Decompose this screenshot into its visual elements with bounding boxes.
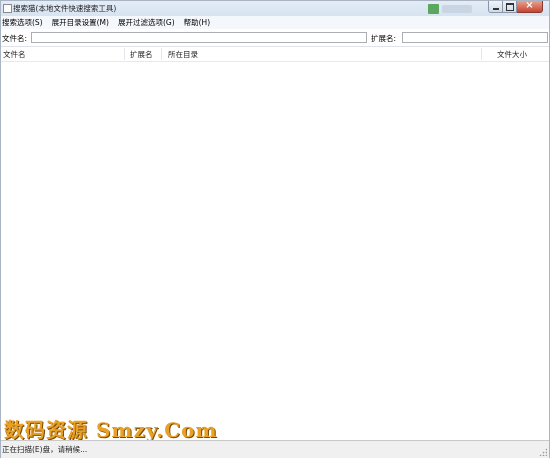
minimize-button[interactable] <box>488 1 503 13</box>
menu-directory-settings[interactable]: 展开目录设置(M) <box>52 17 109 29</box>
results-list[interactable]: 文件名 扩展名 所在目录 文件大小 <box>1 46 549 441</box>
watermark-logo: 数码资源 Smzy.Com <box>4 418 218 442</box>
minimize-icon <box>493 8 499 10</box>
column-header-filename[interactable]: 文件名 <box>3 49 26 60</box>
menu-search-options[interactable]: 搜索选项(S) <box>2 17 43 29</box>
column-divider[interactable] <box>161 48 162 60</box>
menu-filter-options[interactable]: 展开过滤选项(G) <box>118 17 175 29</box>
app-window: 搜索猫(本地文件快速搜索工具) × 搜索选项(S) 展开目录设置(M) 展开过滤… <box>0 0 550 458</box>
column-header-directory[interactable]: 所在目录 <box>168 49 198 60</box>
column-divider[interactable] <box>481 48 482 60</box>
app-icon <box>3 4 12 13</box>
resize-grip-icon[interactable] <box>539 448 547 456</box>
menu-help[interactable]: 帮助(H) <box>184 17 211 29</box>
column-header-size[interactable]: 文件大小 <box>497 49 527 60</box>
tray-app-icon <box>428 4 439 14</box>
close-button[interactable]: × <box>517 0 543 13</box>
status-bar: 正在扫描(E)盘，请稍候... <box>1 440 549 458</box>
maximize-button[interactable] <box>503 1 517 13</box>
filename-input[interactable] <box>31 32 367 43</box>
extension-label: 扩展名: <box>371 34 397 43</box>
list-header: 文件名 扩展名 所在目录 文件大小 <box>1 47 549 62</box>
filename-label: 文件名: <box>2 34 28 43</box>
menu-bar: 搜索选项(S) 展开目录设置(M) 展开过滤选项(G) 帮助(H) <box>1 16 549 29</box>
status-text: 正在扫描(E)盘，请稍候... <box>2 445 88 454</box>
window-title: 搜索猫(本地文件快速搜索工具) <box>13 4 117 13</box>
caption-buttons: × <box>488 0 543 15</box>
tray-blur-region <box>442 5 472 13</box>
search-row: 文件名: 扩展名: <box>1 30 549 45</box>
title-bar[interactable]: 搜索猫(本地文件快速搜索工具) × <box>1 0 549 16</box>
column-header-extension[interactable]: 扩展名 <box>130 49 153 60</box>
extension-input[interactable] <box>402 32 548 43</box>
column-divider[interactable] <box>124 48 125 60</box>
list-body[interactable] <box>1 62 549 441</box>
close-icon: × <box>525 0 534 11</box>
maximize-icon <box>506 3 514 11</box>
